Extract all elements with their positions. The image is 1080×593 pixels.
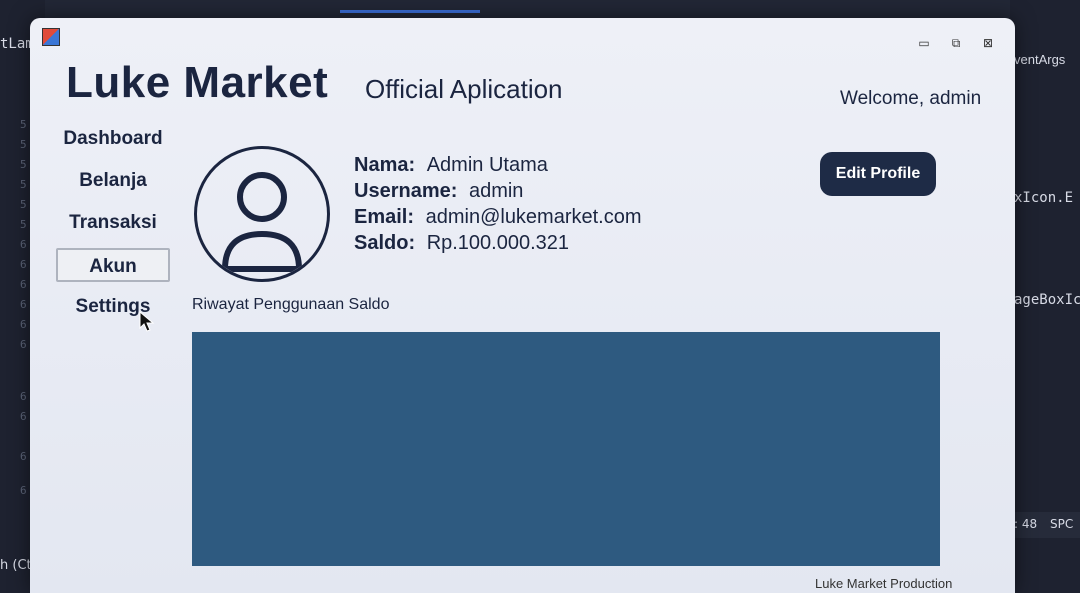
history-title: Riwayat Penggunaan Saldo	[192, 296, 390, 313]
field-value: Admin Utama	[426, 154, 548, 176]
nav-item-dashboard[interactable]: Dashboard	[56, 122, 170, 156]
ide-line-number: 6	[20, 338, 27, 351]
field-value: admin@lukemarket.com	[425, 206, 642, 228]
maximize-button[interactable]: ⧉	[948, 36, 964, 50]
edit-profile-button[interactable]: Edit Profile	[820, 152, 936, 196]
ide-status-mode: SPC	[1050, 517, 1074, 531]
footer-credit: Luke Market Production	[815, 576, 953, 591]
app-window: ▭ ⧉ ⊠ Luke Market Official Aplication We…	[30, 18, 1015, 593]
ide-line-number: 6	[20, 318, 27, 331]
minimize-button[interactable]: ▭	[916, 36, 932, 50]
app-subtitle: Official Aplication	[365, 74, 563, 104]
field-label: Saldo	[354, 232, 409, 254]
ide-code-fragment: tLam	[0, 36, 34, 52]
mouse-pointer-icon	[139, 311, 155, 332]
close-button[interactable]: ⊠	[980, 36, 996, 50]
ide-code-fragment: ageBoxIc	[1014, 292, 1080, 308]
ide-code-fragment: ventArgs	[1014, 52, 1066, 67]
ide-line-number: 5	[20, 198, 27, 211]
ide-line-number: 6	[20, 390, 27, 403]
ide-active-tab-indicator	[340, 10, 480, 13]
ide-line-number: 5	[20, 218, 27, 231]
nav-item-belanja[interactable]: Belanja	[56, 164, 170, 198]
ide-line-number: 6	[20, 450, 27, 463]
profile-field-saldo: Saldo: Rp.100.000.321	[354, 232, 570, 254]
app-brand-title: Luke Market	[66, 58, 329, 107]
field-label: Email	[354, 206, 408, 228]
ide-right-pane: ventArgs xIcon.E ageBoxIc	[1010, 0, 1080, 593]
user-avatar-icon	[194, 146, 330, 282]
ide-line-number: 5	[20, 138, 27, 151]
field-value: Rp.100.000.321	[426, 232, 570, 254]
ide-line-number: 6	[20, 238, 27, 251]
ide-line-number: 5	[20, 118, 27, 131]
nav-item-akun[interactable]: Akun	[56, 248, 170, 282]
ide-line-number: 6	[20, 410, 27, 423]
field-label: Username	[354, 180, 451, 202]
field-label: Nama	[354, 154, 409, 176]
ide-code-fragment: xIcon.E	[1014, 190, 1074, 206]
nav-item-transaksi[interactable]: Transaksi	[56, 206, 170, 240]
ide-line-number: 6	[20, 484, 27, 497]
field-value: admin	[468, 180, 524, 202]
history-panel[interactable]	[192, 332, 940, 566]
ide-line-number: 6	[20, 278, 27, 291]
profile-field-email: Email: admin@lukemarket.com	[354, 206, 642, 228]
profile-field-nama: Nama: Admin Utama	[354, 154, 548, 176]
ide-line-number: 6	[20, 298, 27, 311]
ide-line-number: 5	[20, 178, 27, 191]
profile-field-username: Username: admin	[354, 180, 524, 202]
welcome-text: Welcome, admin	[840, 88, 982, 109]
app-icon	[42, 28, 60, 46]
ide-line-number: 6	[20, 258, 27, 271]
ide-line-number: 5	[20, 158, 27, 171]
